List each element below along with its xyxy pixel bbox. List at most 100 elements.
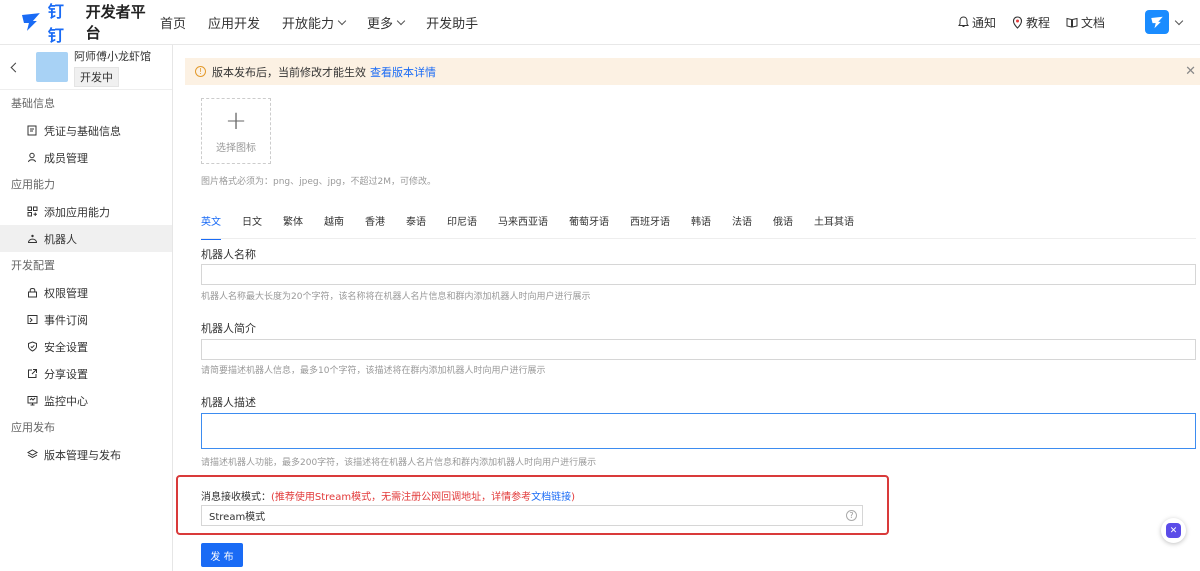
lock-icon (26, 287, 38, 299)
sidebar-item-add-capability[interactable]: 添加应用能力 (0, 198, 172, 225)
sidebar-item-monitor[interactable]: 监控中心 (0, 387, 172, 414)
book-icon (1066, 17, 1078, 28)
nav-home[interactable]: 首页 (160, 13, 186, 32)
app-icon (36, 52, 68, 82)
tab-indonesian[interactable]: 印尼语 (447, 211, 477, 235)
sidebar-item-label: 成员管理 (44, 151, 88, 165)
message-mode-tip-end: ) (571, 492, 575, 503)
app-header: 阿师傅小龙虾馆 开发中 (0, 45, 172, 90)
section-dev-config: 开发配置 (11, 259, 55, 272)
back-button[interactable] (0, 62, 30, 72)
warning-icon: ! (195, 66, 206, 77)
upload-label: 选择图标 (216, 142, 256, 154)
tab-korean[interactable]: 韩语 (691, 211, 711, 235)
nav-dev-assistant[interactable]: 开发助手 (426, 13, 478, 32)
nav-open-capability[interactable]: 开放能力 (282, 13, 347, 32)
message-mode-select[interactable]: Stream模式 ? (201, 505, 863, 526)
robot-name-input[interactable] (201, 264, 1196, 285)
sidebar-item-label: 凭证与基础信息 (44, 124, 121, 138)
close-icon[interactable]: ✕ (1185, 64, 1196, 79)
dingtalk-avatar-icon (1151, 16, 1163, 28)
publish-button[interactable]: 发 布 (201, 543, 243, 567)
nav-app-dev[interactable]: 应用开发 (208, 13, 260, 32)
tab-hongkong[interactable]: 香港 (365, 211, 385, 235)
nav-open-capability-label: 开放能力 (282, 16, 335, 32)
tab-turkish[interactable]: 土耳其语 (814, 211, 854, 235)
sidebar-item-events[interactable]: 事件订阅 (0, 306, 172, 333)
event-icon (26, 314, 38, 326)
robot-desc-label: 机器人描述 (201, 396, 256, 409)
plus-icon: + (225, 105, 247, 136)
tab-portuguese[interactable]: 葡萄牙语 (569, 211, 609, 235)
chevron-down-icon (337, 16, 347, 25)
assistant-float-button[interactable]: ✕ (1161, 518, 1186, 543)
sidebar-item-share[interactable]: 分享设置 (0, 360, 172, 387)
tab-malay[interactable]: 马来西亚语 (498, 211, 548, 235)
robot-desc-textarea[interactable] (201, 413, 1196, 449)
docs-link[interactable]: 文档 (1066, 14, 1105, 31)
top-nav: 钉钉 开发者平台 首页 应用开发 开放能力 更多 开发助手 通知 教程 文档 (0, 0, 1200, 45)
section-app-release: 应用发布 (11, 421, 55, 434)
tutorial-link[interactable]: 教程 (1012, 14, 1050, 31)
shield-icon (26, 341, 38, 353)
sidebar-item-permissions[interactable]: 权限管理 (0, 279, 172, 306)
sidebar-item-label: 安全设置 (44, 340, 88, 354)
message-mode-label: 消息接收模式：(推荐使用Stream模式，无需注册公网回调地址，详情参考文档链接… (201, 488, 575, 503)
tab-thai[interactable]: 泰语 (406, 211, 426, 235)
icon-upload[interactable]: + 选择图标 (201, 98, 271, 164)
grid-plus-icon (26, 206, 38, 218)
assistant-icon: ✕ (1166, 523, 1181, 538)
sidebar-item-label: 监控中心 (44, 394, 88, 408)
robot-intro-label: 机器人简介 (201, 322, 256, 335)
robot-name-hint: 机器人名称最大长度为20个字符，该名称将在机器人名片信息和群内添加机器人时向用户… (201, 292, 591, 302)
sidebar-item-label: 机器人 (44, 232, 77, 246)
dingtalk-logo-icon (21, 13, 40, 31)
tabs-divider (201, 238, 1196, 239)
robot-intro-input[interactable] (201, 339, 1196, 360)
docs-label: 文档 (1080, 15, 1105, 30)
brand-name: 钉钉 (47, 2, 65, 45)
sidebar-item-members[interactable]: 成员管理 (0, 144, 172, 171)
sidebar-item-label: 版本管理与发布 (44, 448, 121, 462)
sidebar-item-credentials[interactable]: 凭证与基础信息 (0, 117, 172, 144)
section-app-capability: 应用能力 (11, 178, 55, 191)
notice-banner: ! 版本发布后，当前修改才能生效 查看版本详情 ✕ (185, 58, 1200, 85)
robot-intro-hint: 请简要描述机器人信息，最多10个字符，该描述将在群内添加机器人时向用户进行展示 (201, 366, 546, 376)
notify-link[interactable]: 通知 (958, 14, 996, 31)
brand[interactable]: 钉钉 开发者平台 (20, 0, 160, 46)
location-pin-icon (1012, 15, 1023, 29)
tab-japanese[interactable]: 日文 (242, 211, 262, 235)
share-icon (26, 368, 38, 380)
tab-english[interactable]: 英文 (201, 211, 221, 240)
nav-more[interactable]: 更多 (367, 13, 406, 32)
user-icon (26, 152, 38, 164)
monitor-icon (26, 395, 38, 407)
sidebar-item-label: 事件订阅 (44, 313, 88, 327)
tutorial-label: 教程 (1025, 15, 1050, 30)
sidebar-item-version-release[interactable]: 版本管理与发布 (0, 441, 172, 468)
nav-more-label: 更多 (367, 16, 394, 32)
section-basic-info: 基础信息 (11, 97, 55, 110)
tab-traditional-chinese[interactable]: 繁体 (283, 211, 303, 235)
tab-spanish[interactable]: 西班牙语 (630, 211, 670, 235)
app-name: 阿师傅小龙虾馆 (74, 49, 151, 63)
sidebar-item-security[interactable]: 安全设置 (0, 333, 172, 360)
question-icon[interactable]: ? (846, 510, 857, 521)
robot-icon (26, 233, 38, 245)
tab-french[interactable]: 法语 (732, 211, 752, 235)
sidebar-item-label: 分享设置 (44, 367, 88, 381)
doc-link[interactable]: 文档链接 (531, 492, 571, 503)
notify-label: 通知 (971, 15, 996, 30)
view-version-link[interactable]: 查看版本详情 (370, 64, 436, 80)
tab-russian[interactable]: 俄语 (773, 211, 793, 235)
sidebar: 阿师傅小龙虾馆 开发中 基础信息 凭证与基础信息 成员管理 应用能力 添加应用能… (0, 45, 173, 571)
sidebar-item-robot[interactable]: 机器人 (0, 225, 172, 252)
credential-icon (26, 125, 38, 137)
user-menu[interactable] (1145, 10, 1184, 34)
robot-name-label: 机器人名称 (201, 248, 256, 261)
tab-vietnamese[interactable]: 越南 (324, 211, 344, 235)
notice-text: 版本发布后，当前修改才能生效 (212, 65, 366, 79)
chevron-left-icon (10, 62, 20, 72)
brand-sub: 开发者平台 (85, 3, 146, 42)
bell-icon (958, 16, 969, 27)
